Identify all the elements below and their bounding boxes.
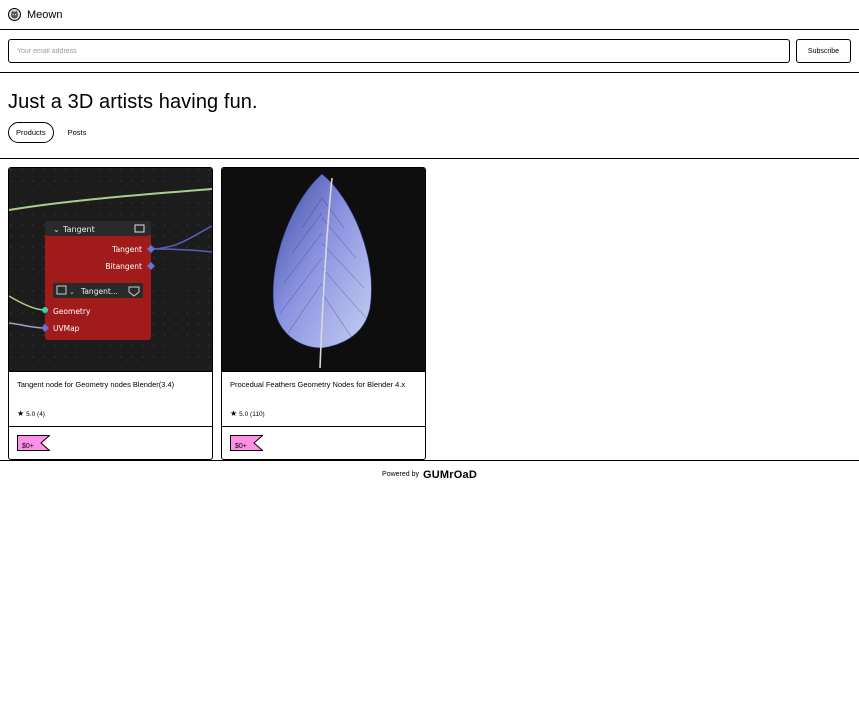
- product-info: Procedual Feathers Geometry Nodes for Bl…: [222, 372, 425, 427]
- powered-by-label: Powered by: [382, 471, 419, 478]
- product-thumbnail[interactable]: [222, 168, 425, 372]
- price-label: $0+: [22, 443, 34, 450]
- node-input-label: Geometry: [53, 307, 91, 316]
- tab-products[interactable]: Products: [8, 122, 54, 143]
- star-icon: ★: [17, 409, 25, 418]
- product-rating: ★ 5.0 (110): [230, 410, 265, 418]
- brand-name[interactable]: Meown: [27, 9, 62, 21]
- node-dropdown: Tangent...: [80, 287, 118, 296]
- review-count: (110): [250, 410, 265, 418]
- product-card[interactable]: Procedual Feathers Geometry Nodes for Bl…: [221, 167, 426, 460]
- product-rating: ★ 5.0 (4): [17, 410, 45, 418]
- node-input-label: UVMap: [53, 324, 80, 333]
- page-title: Just a 3D artists having fun.: [8, 91, 258, 113]
- product-info: Tangent node for Geometry nodes Blender(…: [9, 372, 212, 427]
- review-count: (4): [37, 410, 45, 418]
- product-title[interactable]: Procedual Feathers Geometry Nodes for Bl…: [230, 379, 417, 390]
- feather-image: [222, 168, 425, 371]
- product-title[interactable]: Tangent node for Geometry nodes Blender(…: [17, 379, 204, 390]
- site-header: Meown: [0, 0, 859, 30]
- star-icon: ★: [230, 409, 238, 418]
- price-row: $0+: [9, 427, 212, 459]
- node-title: Tangent: [62, 225, 95, 234]
- product-thumbnail[interactable]: ⌄ Tangent Tangent Bitangent ⌄ Tangent...…: [9, 168, 212, 372]
- rating-value: 5.0: [239, 410, 249, 418]
- avatar[interactable]: [8, 8, 21, 21]
- price-tag: $0+: [17, 435, 50, 451]
- email-field[interactable]: [8, 39, 790, 63]
- footer: Powered by GUMrOaD: [0, 460, 859, 488]
- subscribe-button[interactable]: Subscribe: [796, 39, 851, 63]
- price-label: $0+: [235, 443, 247, 450]
- node-output-label: Bitangent: [105, 262, 142, 271]
- product-card[interactable]: ⌄ Tangent Tangent Bitangent ⌄ Tangent...…: [8, 167, 213, 460]
- gumroad-logo[interactable]: GUMrOaD: [423, 469, 477, 481]
- tab-bar: Products Posts: [8, 122, 851, 143]
- svg-text:⌄: ⌄: [69, 288, 75, 296]
- hero-section: Just a 3D artists having fun. Products P…: [0, 73, 859, 159]
- node-editor-image: ⌄ Tangent Tangent Bitangent ⌄ Tangent...…: [9, 168, 212, 371]
- price-tag: $0+: [230, 435, 263, 451]
- cat-icon: [11, 10, 18, 19]
- rating-value: 5.0: [26, 410, 36, 418]
- svg-text:⌄: ⌄: [53, 225, 60, 234]
- price-row: $0+: [222, 427, 425, 459]
- node-output-label: Tangent: [111, 245, 142, 254]
- product-grid: ⌄ Tangent Tangent Bitangent ⌄ Tangent...…: [0, 159, 859, 460]
- tab-posts[interactable]: Posts: [59, 122, 95, 143]
- subscribe-bar: Subscribe: [0, 30, 859, 73]
